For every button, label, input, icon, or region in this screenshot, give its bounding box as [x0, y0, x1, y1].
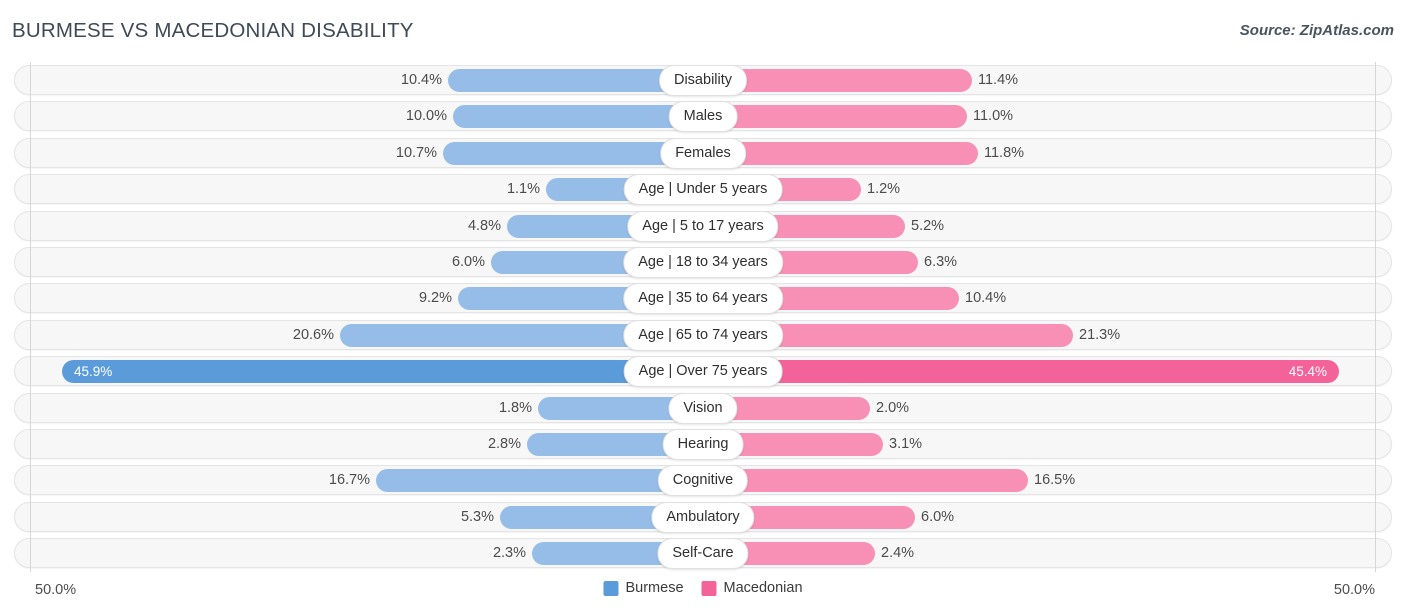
legend-item[interactable]: Burmese: [603, 580, 684, 596]
chart-footer: 50.0% 50.0% Burmese Macedonian: [0, 572, 1406, 612]
value-label-burmese: 5.3%: [460, 508, 494, 525]
table-row: 10.7% 11.8% Females: [0, 135, 1406, 171]
table-row: 5.3% 6.0% Ambulatory: [0, 499, 1406, 535]
category-label-pill: Females: [660, 137, 746, 169]
table-row: 10.4% 11.4% Disability: [0, 62, 1406, 98]
bar-macedonian: [703, 105, 967, 129]
category-label-pill: Self-Care: [657, 538, 749, 570]
value-label-burmese: 9.2%: [418, 290, 452, 307]
chart-legend: Burmese Macedonian: [603, 580, 803, 596]
bar-burmese: [62, 360, 703, 384]
bar-rows-container: 10.4% 11.4% Disability 10.0% 11.0% Males 10.7%…: [0, 62, 1406, 571]
value-label-macedonian: 3.1%: [889, 435, 923, 452]
table-row: 2.3% 2.4% Self-Care: [0, 535, 1406, 571]
category-label-pill: Age | 18 to 34 years: [623, 246, 783, 278]
axis-tick-left: 50.0%: [35, 582, 77, 598]
category-label-pill: Vision: [668, 392, 738, 424]
value-label-macedonian: 10.4%: [965, 290, 1007, 307]
legend-label: Macedonian: [723, 580, 803, 596]
category-label-pill: Ambulatory: [651, 501, 755, 533]
source-attribution: Source: ZipAtlas.com: [1239, 22, 1394, 39]
table-row: 10.0% 11.0% Males: [0, 98, 1406, 134]
value-label-macedonian: 6.0%: [921, 508, 955, 525]
category-label-pill: Age | 65 to 74 years: [623, 319, 783, 351]
category-label-pill: Hearing: [662, 428, 744, 460]
value-label-macedonian: 11.0%: [973, 108, 1014, 125]
value-label-macedonian: 1.2%: [867, 181, 901, 198]
value-label-burmese: 45.9%: [74, 364, 113, 380]
table-row: 20.6% 21.3% Age | 65 to 74 years: [0, 317, 1406, 353]
value-label-macedonian: 2.0%: [876, 399, 910, 416]
value-label-burmese: 1.1%: [506, 181, 540, 198]
page-title: BURMESE VS MACEDONIAN DISABILITY: [12, 19, 414, 42]
bar-macedonian: [703, 360, 1339, 384]
chart-header: BURMESE VS MACEDONIAN DISABILITY Source:…: [0, 0, 1406, 62]
category-label-pill: Males: [668, 101, 738, 133]
table-row: 6.0% 6.3% Age | 18 to 34 years: [0, 244, 1406, 280]
value-label-burmese: 2.3%: [492, 545, 526, 562]
legend-swatch-icon: [701, 580, 717, 596]
legend-label: Burmese: [625, 580, 684, 596]
bar-burmese: [376, 469, 703, 493]
value-label-burmese: 10.4%: [400, 72, 442, 88]
table-row: 4.8% 5.2% Age | 5 to 17 years: [0, 208, 1406, 244]
table-row: 45.9% 45.4% Age | Over 75 years: [0, 353, 1406, 389]
category-label-pill: Age | Over 75 years: [623, 356, 783, 388]
category-label-pill: Age | 5 to 17 years: [627, 210, 779, 242]
category-label-pill: Disability: [658, 65, 748, 96]
table-row: 2.8% 3.1% Hearing: [0, 426, 1406, 462]
table-row: 1.8% 2.0% Vision: [0, 390, 1406, 426]
value-label-macedonian: 6.3%: [924, 253, 958, 270]
value-label-burmese: 10.0%: [405, 108, 447, 125]
value-label-macedonian: 11.8%: [984, 144, 1025, 161]
value-label-macedonian: 2.4%: [881, 545, 915, 562]
bar-burmese: [453, 105, 703, 129]
value-label-macedonian: 45.4%: [1288, 364, 1327, 380]
axis-line-left: [30, 62, 31, 572]
value-label-macedonian: 16.5%: [1034, 472, 1076, 489]
table-row: 9.2% 10.4% Age | 35 to 64 years: [0, 280, 1406, 316]
table-row: 1.1% 1.2% Age | Under 5 years: [0, 171, 1406, 207]
axis-tick-right: 50.0%: [1333, 582, 1375, 598]
category-label-pill: Cognitive: [657, 465, 749, 497]
value-label-macedonian: 5.2%: [911, 217, 945, 234]
value-label-burmese: 6.0%: [451, 253, 485, 270]
category-label-pill: Age | Under 5 years: [623, 174, 783, 206]
value-label-macedonian: 21.3%: [1079, 326, 1121, 343]
legend-item[interactable]: Macedonian: [701, 580, 803, 596]
value-label-macedonian: 11.4%: [978, 72, 1019, 88]
legend-swatch-icon: [603, 580, 619, 596]
bar-macedonian: [703, 469, 1028, 493]
value-label-burmese: 20.6%: [292, 326, 334, 343]
value-label-burmese: 16.7%: [328, 472, 370, 489]
value-label-burmese: 4.8%: [467, 217, 501, 234]
value-label-burmese: 2.8%: [487, 435, 521, 452]
table-row: 16.7% 16.5% Cognitive: [0, 462, 1406, 498]
category-label-pill: Age | 35 to 64 years: [623, 283, 783, 315]
value-label-burmese: 1.8%: [498, 399, 532, 416]
chart-page: BURMESE VS MACEDONIAN DISABILITY Source:…: [0, 0, 1406, 612]
axis-line-right: [1375, 62, 1376, 572]
chart-plot-area: 10.4% 11.4% Disability 10.0% 11.0% Males 10.7%…: [0, 62, 1406, 572]
value-label-burmese: 10.7%: [395, 144, 437, 161]
